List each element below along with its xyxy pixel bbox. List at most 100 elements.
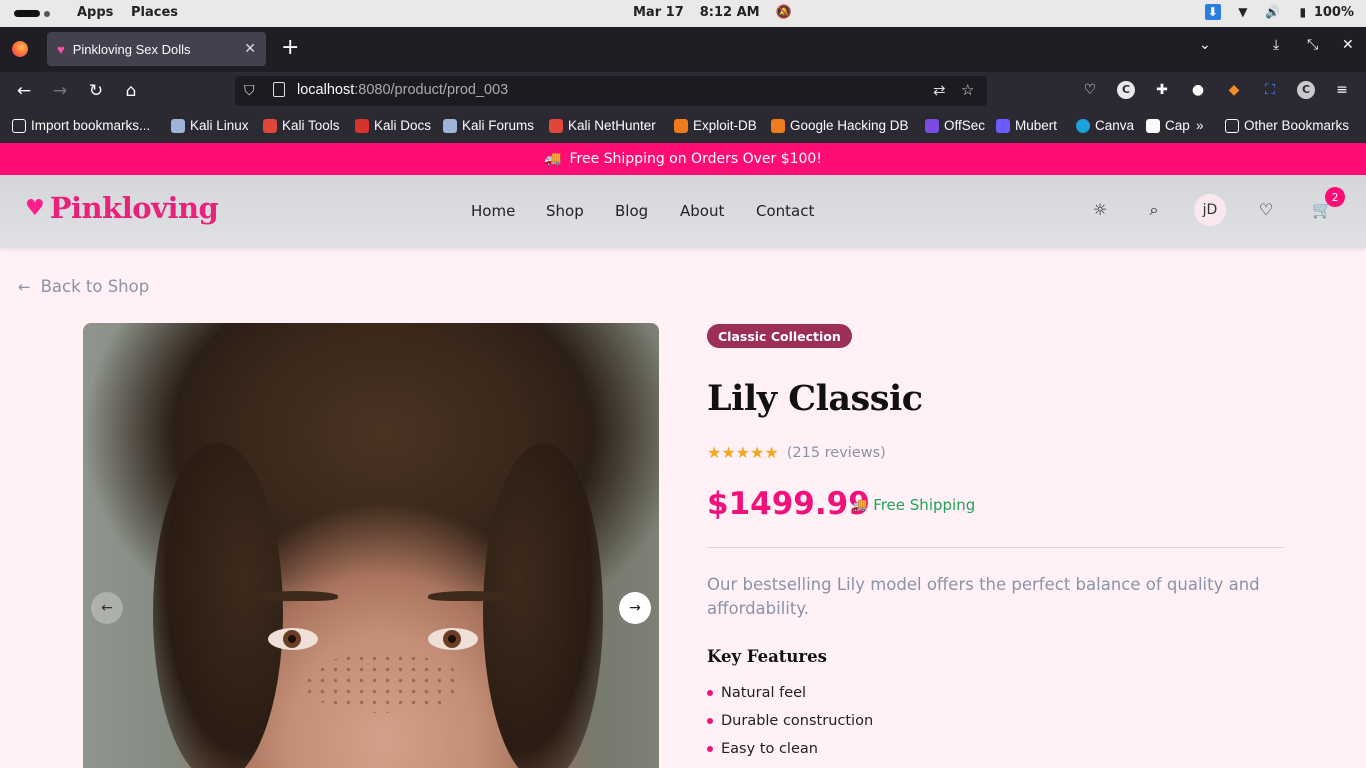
gallery-prev-button[interactable]: ← bbox=[91, 592, 123, 624]
app-menu-hamburger-icon[interactable]: ≡ bbox=[1333, 81, 1351, 99]
pocket-icon[interactable]: ♡ bbox=[1081, 81, 1099, 99]
folder-icon bbox=[1225, 118, 1239, 133]
bookmark-label: Google Hacking DB bbox=[790, 118, 909, 133]
back-to-shop-link[interactable]: ← Back to Shop bbox=[18, 277, 149, 296]
capcut-icon bbox=[1146, 118, 1160, 133]
bookmark-kali-nethunter[interactable]: Kali NetHunter bbox=[549, 118, 656, 133]
kali-docs-icon bbox=[355, 118, 369, 133]
volume-icon[interactable]: 🔊 bbox=[1265, 4, 1281, 20]
nav-contact[interactable]: Contact bbox=[756, 202, 814, 220]
tab-pinkloving[interactable]: ♥ Pinkloving Sex Dolls ✕ bbox=[47, 32, 266, 66]
nav-blog[interactable]: Blog bbox=[615, 202, 648, 220]
tab-close-icon[interactable]: ✕ bbox=[244, 40, 256, 57]
download-icon[interactable]: ⤓ bbox=[1273, 37, 1279, 53]
product-photo-eye-right bbox=[428, 628, 478, 650]
new-tab-button[interactable]: + bbox=[281, 36, 299, 60]
battery-icon: ▮ bbox=[1299, 5, 1307, 19]
nav-home[interactable]: Home bbox=[471, 202, 515, 220]
bookmark-label: Kali Forums bbox=[462, 118, 535, 133]
profile-extension-icon[interactable]: C bbox=[1297, 81, 1315, 99]
browser-nav-toolbar: ← → ↻ ⌂ ⛉ localhost:8080/product/prod_00… bbox=[0, 72, 1366, 110]
bookmark-label: Kali Linux bbox=[190, 118, 249, 133]
product-description: Our bestselling Lily model offers the pe… bbox=[707, 575, 1260, 618]
screenshot-extension-icon[interactable]: ⛶ bbox=[1261, 81, 1279, 99]
brand-name: Pinkloving bbox=[49, 191, 219, 225]
reviews-count[interactable]: (215 reviews) bbox=[787, 445, 886, 461]
feature-label: Easy to clean bbox=[721, 741, 818, 757]
url-text[interactable]: localhost:8080/product/prod_003 bbox=[297, 82, 508, 98]
restore-window-icon[interactable]: ⤡ bbox=[1307, 37, 1318, 53]
bookmark-label: Other Bookmarks bbox=[1244, 118, 1350, 133]
page-info-icon[interactable] bbox=[273, 82, 285, 97]
nav-shop[interactable]: Shop bbox=[546, 202, 584, 220]
import-icon bbox=[12, 118, 26, 133]
bullet-icon bbox=[707, 690, 713, 696]
gallery-next-button[interactable]: → bbox=[619, 592, 651, 624]
bookmark-kali-linux[interactable]: Kali Linux bbox=[171, 118, 249, 133]
bookmark-kali-tools[interactable]: Kali Tools bbox=[263, 118, 340, 133]
extension-cookie-icon[interactable]: ● bbox=[1189, 81, 1207, 99]
feature-item: Durable construction bbox=[707, 707, 873, 735]
metamask-fox-icon[interactable]: ◆ bbox=[1225, 81, 1243, 99]
os-time: 8:12 AM bbox=[699, 5, 760, 20]
product-image-gallery[interactable] bbox=[83, 323, 659, 768]
theme-toggle-sun-icon[interactable]: ☼ bbox=[1090, 200, 1110, 220]
back-arrow-icon[interactable]: ← bbox=[14, 81, 34, 101]
reload-icon[interactable]: ↻ bbox=[86, 81, 106, 101]
bookmark-canva[interactable]: Canva bbox=[1076, 118, 1134, 133]
battery-percent: 100% bbox=[1313, 4, 1354, 20]
nav-about[interactable]: About bbox=[680, 202, 724, 220]
kali-forums-icon bbox=[443, 118, 457, 133]
os-menu-places[interactable]: Places bbox=[131, 5, 178, 20]
os-date: Mar 17 bbox=[633, 5, 684, 20]
user-avatar[interactable]: jD bbox=[1194, 194, 1226, 226]
activities-indicator[interactable] bbox=[14, 10, 50, 17]
download-status-icon[interactable]: ⬇ bbox=[1204, 4, 1221, 20]
bookmark-offsec[interactable]: OffSec bbox=[925, 118, 985, 133]
forward-arrow-icon[interactable]: → bbox=[50, 81, 70, 101]
bookmark-kali-docs[interactable]: Kali Docs bbox=[355, 118, 431, 133]
bookmarks-overflow-chevron-icon[interactable]: » bbox=[1196, 118, 1204, 133]
divider bbox=[707, 547, 1283, 548]
translate-icon[interactable]: ⇄ bbox=[933, 81, 946, 99]
product-photo-hair-right bbox=[483, 443, 603, 768]
list-all-tabs-chevron-icon[interactable]: ⌄ bbox=[1199, 37, 1211, 53]
brand-heart-icon: ♥ bbox=[25, 195, 45, 221]
extensions-puzzle-icon[interactable]: ✚ bbox=[1153, 81, 1171, 99]
tracking-shield-icon[interactable]: ⛉ bbox=[244, 82, 255, 99]
bookmark-star-icon[interactable]: ☆ bbox=[961, 81, 974, 99]
battery-indicator[interactable]: ▮ 100% bbox=[1295, 4, 1354, 20]
feature-item: Easy to clean bbox=[707, 735, 873, 763]
home-icon[interactable]: ⌂ bbox=[121, 81, 141, 101]
bookmark-import[interactable]: Import bookmarks... bbox=[12, 118, 150, 133]
extension-c-icon[interactable]: C bbox=[1117, 81, 1135, 99]
close-window-icon[interactable]: ✕ bbox=[1342, 37, 1354, 53]
os-menu-apps[interactable]: Apps bbox=[77, 5, 113, 20]
product-rating: ★★★★★ (215 reviews) bbox=[707, 443, 886, 462]
bookmark-other-bookmarks[interactable]: Other Bookmarks bbox=[1225, 118, 1349, 133]
firefox-icon[interactable] bbox=[12, 41, 28, 57]
bookmark-google-hacking-db[interactable]: Google Hacking DB bbox=[771, 118, 909, 133]
bookmark-cap[interactable]: Cap bbox=[1146, 118, 1190, 133]
bookmark-label: OffSec bbox=[944, 118, 986, 133]
os-clock[interactable]: Mar 17 8:12 AM 🔕 bbox=[633, 5, 792, 20]
bookmark-label: Kali NetHunter bbox=[568, 118, 656, 133]
cart-count-badge: 2 bbox=[1325, 187, 1345, 207]
collection-badge: Classic Collection bbox=[707, 324, 852, 348]
system-tray[interactable]: ⬇ ▼ 🔊 ▮ 100% bbox=[1204, 4, 1354, 20]
bookmark-exploit-db[interactable]: Exploit-DB bbox=[674, 118, 757, 133]
search-icon[interactable]: ⌕ bbox=[1144, 200, 1164, 220]
product-title: Lily Classic bbox=[707, 378, 923, 419]
kali-tools-icon bbox=[263, 118, 277, 133]
address-bar[interactable]: ⛉ localhost:8080/product/prod_003 ⇄ ☆ bbox=[235, 76, 987, 106]
wishlist-heart-icon[interactable]: ♡ bbox=[1256, 200, 1276, 220]
feature-item: Natural feel bbox=[707, 679, 873, 707]
bookmark-mubert[interactable]: Mubert bbox=[996, 118, 1057, 133]
bookmark-kali-forums[interactable]: Kali Forums bbox=[443, 118, 534, 133]
bookmark-label: Kali Docs bbox=[374, 118, 432, 133]
feature-label: Natural feel bbox=[721, 685, 807, 701]
brand-logo[interactable]: ♥ Pinkloving bbox=[25, 191, 219, 225]
wifi-icon[interactable]: ▼ bbox=[1235, 4, 1251, 20]
url-host: localhost bbox=[297, 82, 355, 98]
bookmark-label: Kali Tools bbox=[282, 118, 340, 133]
